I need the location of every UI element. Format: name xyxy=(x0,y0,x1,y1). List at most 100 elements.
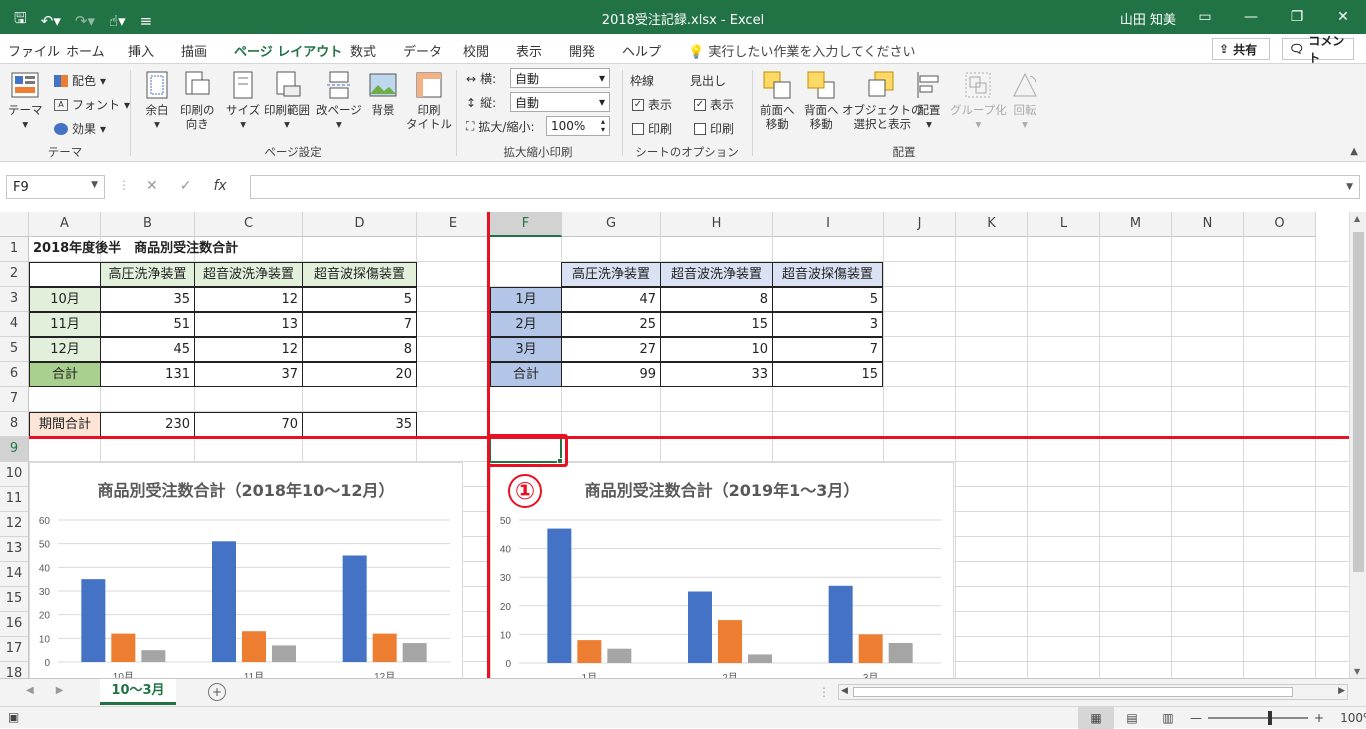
table2-header[interactable]: 超音波洗浄装置 xyxy=(660,262,773,287)
table2-cell[interactable]: 25 xyxy=(561,312,661,337)
scroll-left-icon[interactable]: ◀ xyxy=(841,686,848,696)
group-objects-button[interactable]: グループ化 ▾ xyxy=(950,70,1007,131)
sheet-tab-active[interactable]: 10～3月 xyxy=(100,679,176,705)
table1-row-label[interactable]: 10月 xyxy=(29,287,101,312)
chart-bar[interactable] xyxy=(272,645,296,662)
column-header[interactable]: L xyxy=(1028,212,1100,237)
row-header[interactable]: 5 xyxy=(0,337,29,362)
chart-1[interactable]: 商品別受注数合計（2018年10～12月） 010203040506010月11… xyxy=(29,462,463,678)
table1-cell[interactable]: 20 xyxy=(302,362,417,387)
enter-icon[interactable]: ✓ xyxy=(180,178,192,194)
table2-cell[interactable]: 15 xyxy=(660,312,773,337)
table1-row-label[interactable]: 合計 xyxy=(29,362,101,387)
comment-button[interactable]: 🗨 コメント xyxy=(1282,34,1354,65)
height-combo[interactable]: 自動 ▾ xyxy=(510,92,610,112)
column-header[interactable]: K xyxy=(956,212,1028,237)
table1-cell[interactable]: 131 xyxy=(100,362,195,387)
selection-pane-button[interactable]: オブジェクトの 選択と表示 xyxy=(842,70,923,131)
effects-button[interactable]: 効果 ▾ xyxy=(54,120,106,137)
chart-bar[interactable] xyxy=(748,654,772,663)
tab-developer[interactable]: 開発 xyxy=(569,41,595,60)
background-button[interactable]: 背景 xyxy=(368,70,398,117)
name-box[interactable]: F9 ▼ xyxy=(6,175,105,199)
gridlines-view-checkbox[interactable]: ✓ 表示 xyxy=(632,96,672,113)
restore-icon[interactable]: ❐ xyxy=(1274,0,1320,34)
send-backward-button[interactable]: 背面へ 移動 xyxy=(804,70,839,131)
next-sheet-icon[interactable]: ▶ xyxy=(56,685,64,696)
orientation-button[interactable]: 印刷の 向き xyxy=(180,70,215,131)
row-header[interactable]: 3 xyxy=(0,287,29,312)
period-total-label[interactable]: 期間合計 xyxy=(29,412,101,437)
chart-bar[interactable] xyxy=(242,631,266,662)
table1-cell[interactable]: 45 xyxy=(100,337,195,362)
scroll-right-icon[interactable]: ▶ xyxy=(1338,686,1345,696)
row-header[interactable]: 12 xyxy=(0,512,29,537)
themes-button[interactable]: テーマ ▾ xyxy=(8,70,43,131)
column-header[interactable]: H xyxy=(661,212,773,237)
table1-cell[interactable]: 12 xyxy=(194,287,303,312)
tab-split-icon[interactable]: ⋮ xyxy=(818,685,830,699)
table2-cell[interactable]: 10 xyxy=(660,337,773,362)
table2-cell[interactable]: 5 xyxy=(772,287,883,312)
headings-view-checkbox[interactable]: ✓ 表示 xyxy=(694,96,734,113)
table2-corner[interactable] xyxy=(490,262,562,287)
table1-row-label[interactable]: 12月 xyxy=(29,337,101,362)
chart-bar[interactable] xyxy=(828,585,853,663)
column-header[interactable]: J xyxy=(884,212,956,237)
table1-title[interactable]: 2018年度後半 商品別受注数合計 xyxy=(29,237,417,262)
horizontal-scrollbar[interactable]: ◀ ▶ xyxy=(838,684,1348,700)
rotate-button[interactable]: 回転 ▾ xyxy=(1010,70,1040,131)
table2-cell[interactable]: 15 xyxy=(772,362,883,387)
row-header[interactable]: 17 xyxy=(0,637,29,662)
zoom-slider-knob[interactable] xyxy=(1268,711,1272,725)
page-layout-view-icon[interactable]: ▤ xyxy=(1114,707,1150,729)
table1-cell[interactable]: 35 xyxy=(100,287,195,312)
row-header[interactable]: 4 xyxy=(0,312,29,337)
share-button[interactable]: ⇪ 共有 xyxy=(1212,38,1270,60)
chart-bar[interactable] xyxy=(212,541,236,662)
table1-cell[interactable]: 7 xyxy=(302,312,417,337)
chart-bar[interactable] xyxy=(607,648,632,663)
table1-row-label[interactable]: 11月 xyxy=(29,312,101,337)
ribbon-display-icon[interactable]: ▭ xyxy=(1182,0,1228,34)
scroll-up-icon[interactable]: ▲ xyxy=(1354,214,1360,223)
zoom-in-icon[interactable]: + xyxy=(1314,711,1324,725)
user-name[interactable]: 山田 知美 xyxy=(1120,9,1176,28)
table2-header[interactable]: 高圧洗浄装置 xyxy=(561,262,661,287)
tab-home[interactable]: ホーム xyxy=(66,41,105,60)
tab-file[interactable]: ファイル xyxy=(8,41,60,60)
headings-print-checkbox[interactable]: 印刷 xyxy=(694,120,734,137)
column-header[interactable]: E xyxy=(417,212,490,237)
bring-forward-button[interactable]: 前面へ 移動 xyxy=(760,70,795,131)
column-header[interactable]: A xyxy=(29,212,101,237)
minimize-icon[interactable]: — xyxy=(1228,0,1274,34)
table1-corner[interactable] xyxy=(29,262,101,287)
table2-cell[interactable]: 33 xyxy=(660,362,773,387)
chart-bar[interactable] xyxy=(81,579,106,662)
row-header[interactable]: 6 xyxy=(0,362,29,387)
row-header[interactable]: 2 xyxy=(0,262,29,287)
chart-bar[interactable] xyxy=(718,620,742,663)
expand-formula-icon[interactable]: ▼ xyxy=(1346,182,1353,192)
collapse-ribbon-icon[interactable]: ▲ xyxy=(1350,146,1358,157)
row-header[interactable]: 9 xyxy=(0,437,29,462)
column-header[interactable]: F xyxy=(490,212,562,237)
tab-view[interactable]: 表示 xyxy=(516,41,542,60)
tab-data[interactable]: データ xyxy=(403,41,442,60)
column-header[interactable]: O xyxy=(1244,212,1316,237)
add-sheet-icon[interactable]: + xyxy=(208,683,226,701)
insert-function-icon[interactable]: fx xyxy=(213,178,226,194)
table2-row-label[interactable]: 3月 xyxy=(490,337,562,362)
size-button[interactable]: サイズ ▾ xyxy=(226,70,260,131)
chart-bar[interactable] xyxy=(111,633,136,662)
table1-cell[interactable]: 51 xyxy=(100,312,195,337)
chart-bar[interactable] xyxy=(858,634,883,663)
zoom-out-icon[interactable]: — xyxy=(1190,711,1202,725)
chart-bar[interactable] xyxy=(141,650,166,662)
print-area-button[interactable]: 印刷範囲 ▾ xyxy=(264,70,310,131)
period-total-cell[interactable]: 70 xyxy=(194,412,303,437)
tab-insert[interactable]: 挿入 xyxy=(128,41,154,60)
scroll-down-icon[interactable]: ▼ xyxy=(1354,667,1360,676)
table2-row-label[interactable]: 1月 xyxy=(490,287,562,312)
prev-sheet-icon[interactable]: ◀ xyxy=(26,685,34,696)
